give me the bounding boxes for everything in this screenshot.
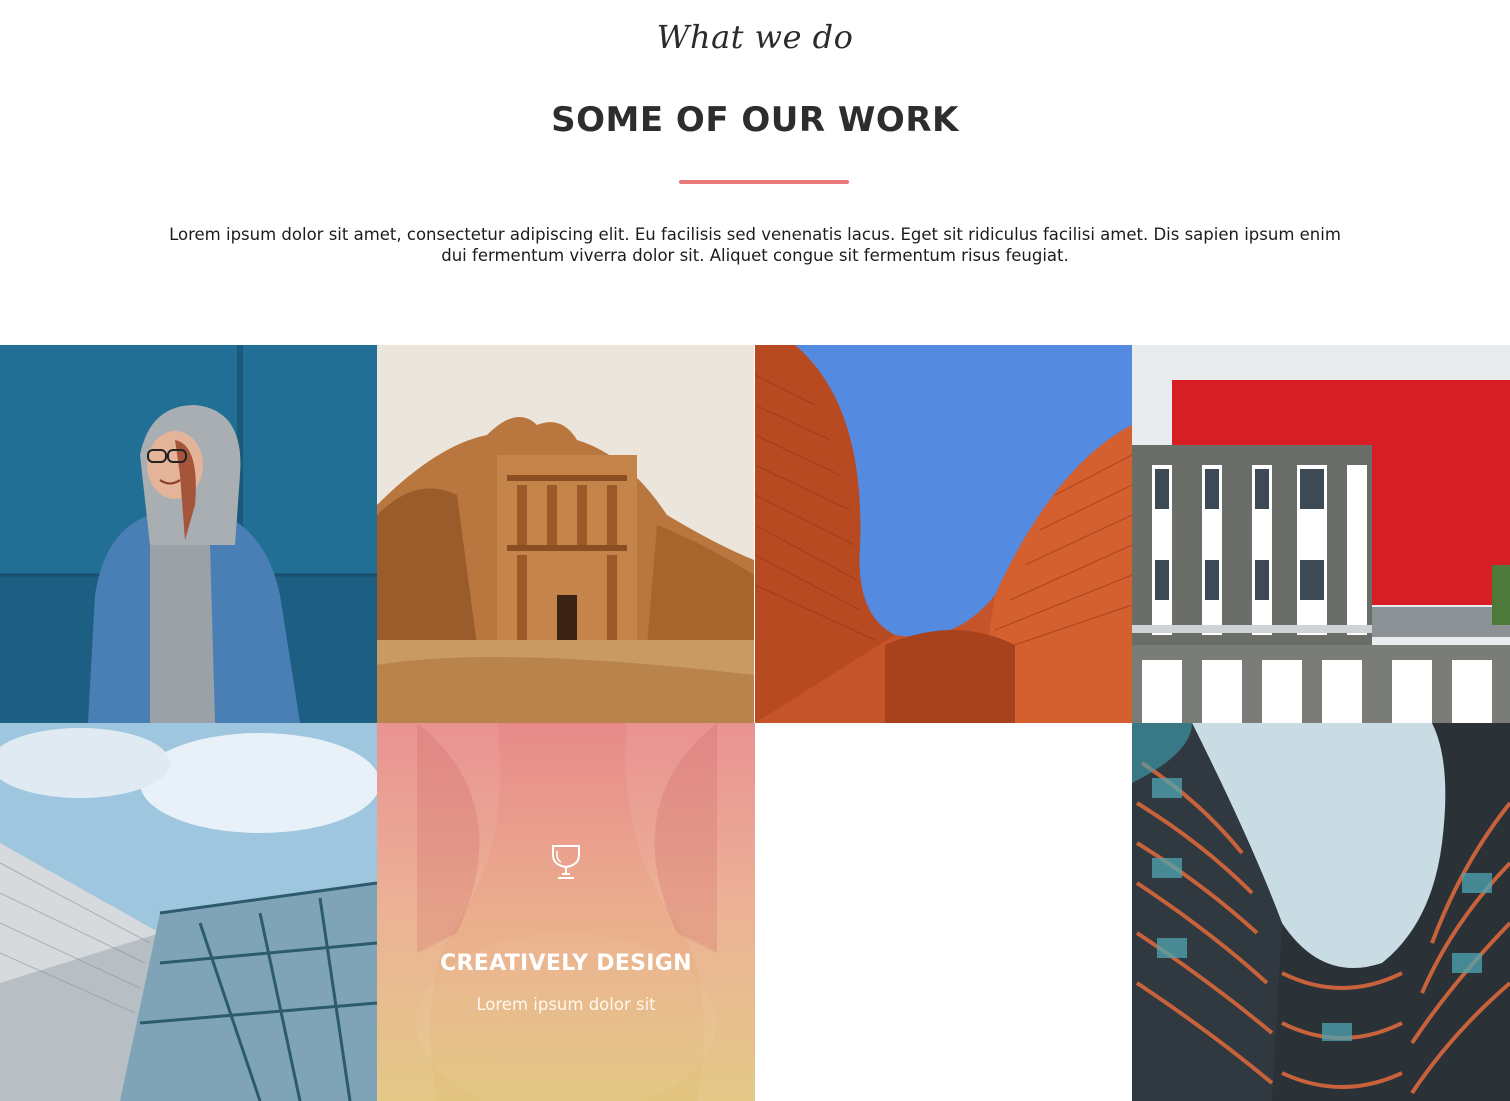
feature-title: CREATIVELY DESIGN — [440, 951, 692, 976]
section-title: SOME OF OUR WORK — [551, 100, 959, 140]
trophy-icon — [552, 845, 580, 879]
portfolio-image-woman-hoodie[interactable] — [0, 345, 377, 723]
feature-tile-creative-design[interactable]: CREATIVELY DESIGN Lorem ipsum dolor sit — [377, 723, 755, 1101]
section-eyebrow: What we do — [656, 18, 854, 56]
section-header: What we do SOME OF OUR WORK Lorem ipsum … — [0, 0, 1510, 345]
feature-subtitle: Lorem ipsum dolor sit — [476, 995, 656, 1014]
feature-background-pattern — [377, 723, 755, 1101]
portfolio-image-curved-facade[interactable] — [755, 345, 1132, 723]
portfolio-grid: CREATIVELY DESIGN Lorem ipsum dolor sit — [0, 345, 1510, 1101]
portfolio-image-glass-building[interactable] — [0, 723, 377, 1101]
portfolio-image-curved-balconies[interactable] — [1132, 723, 1510, 1101]
empty-grid-cell — [755, 723, 1132, 1101]
section-intro: Lorem ipsum dolor sit amet, consectetur … — [169, 225, 1341, 265]
portfolio-image-red-building[interactable] — [1132, 345, 1510, 723]
title-divider — [679, 180, 849, 184]
portfolio-image-desert-temple[interactable] — [377, 345, 754, 723]
